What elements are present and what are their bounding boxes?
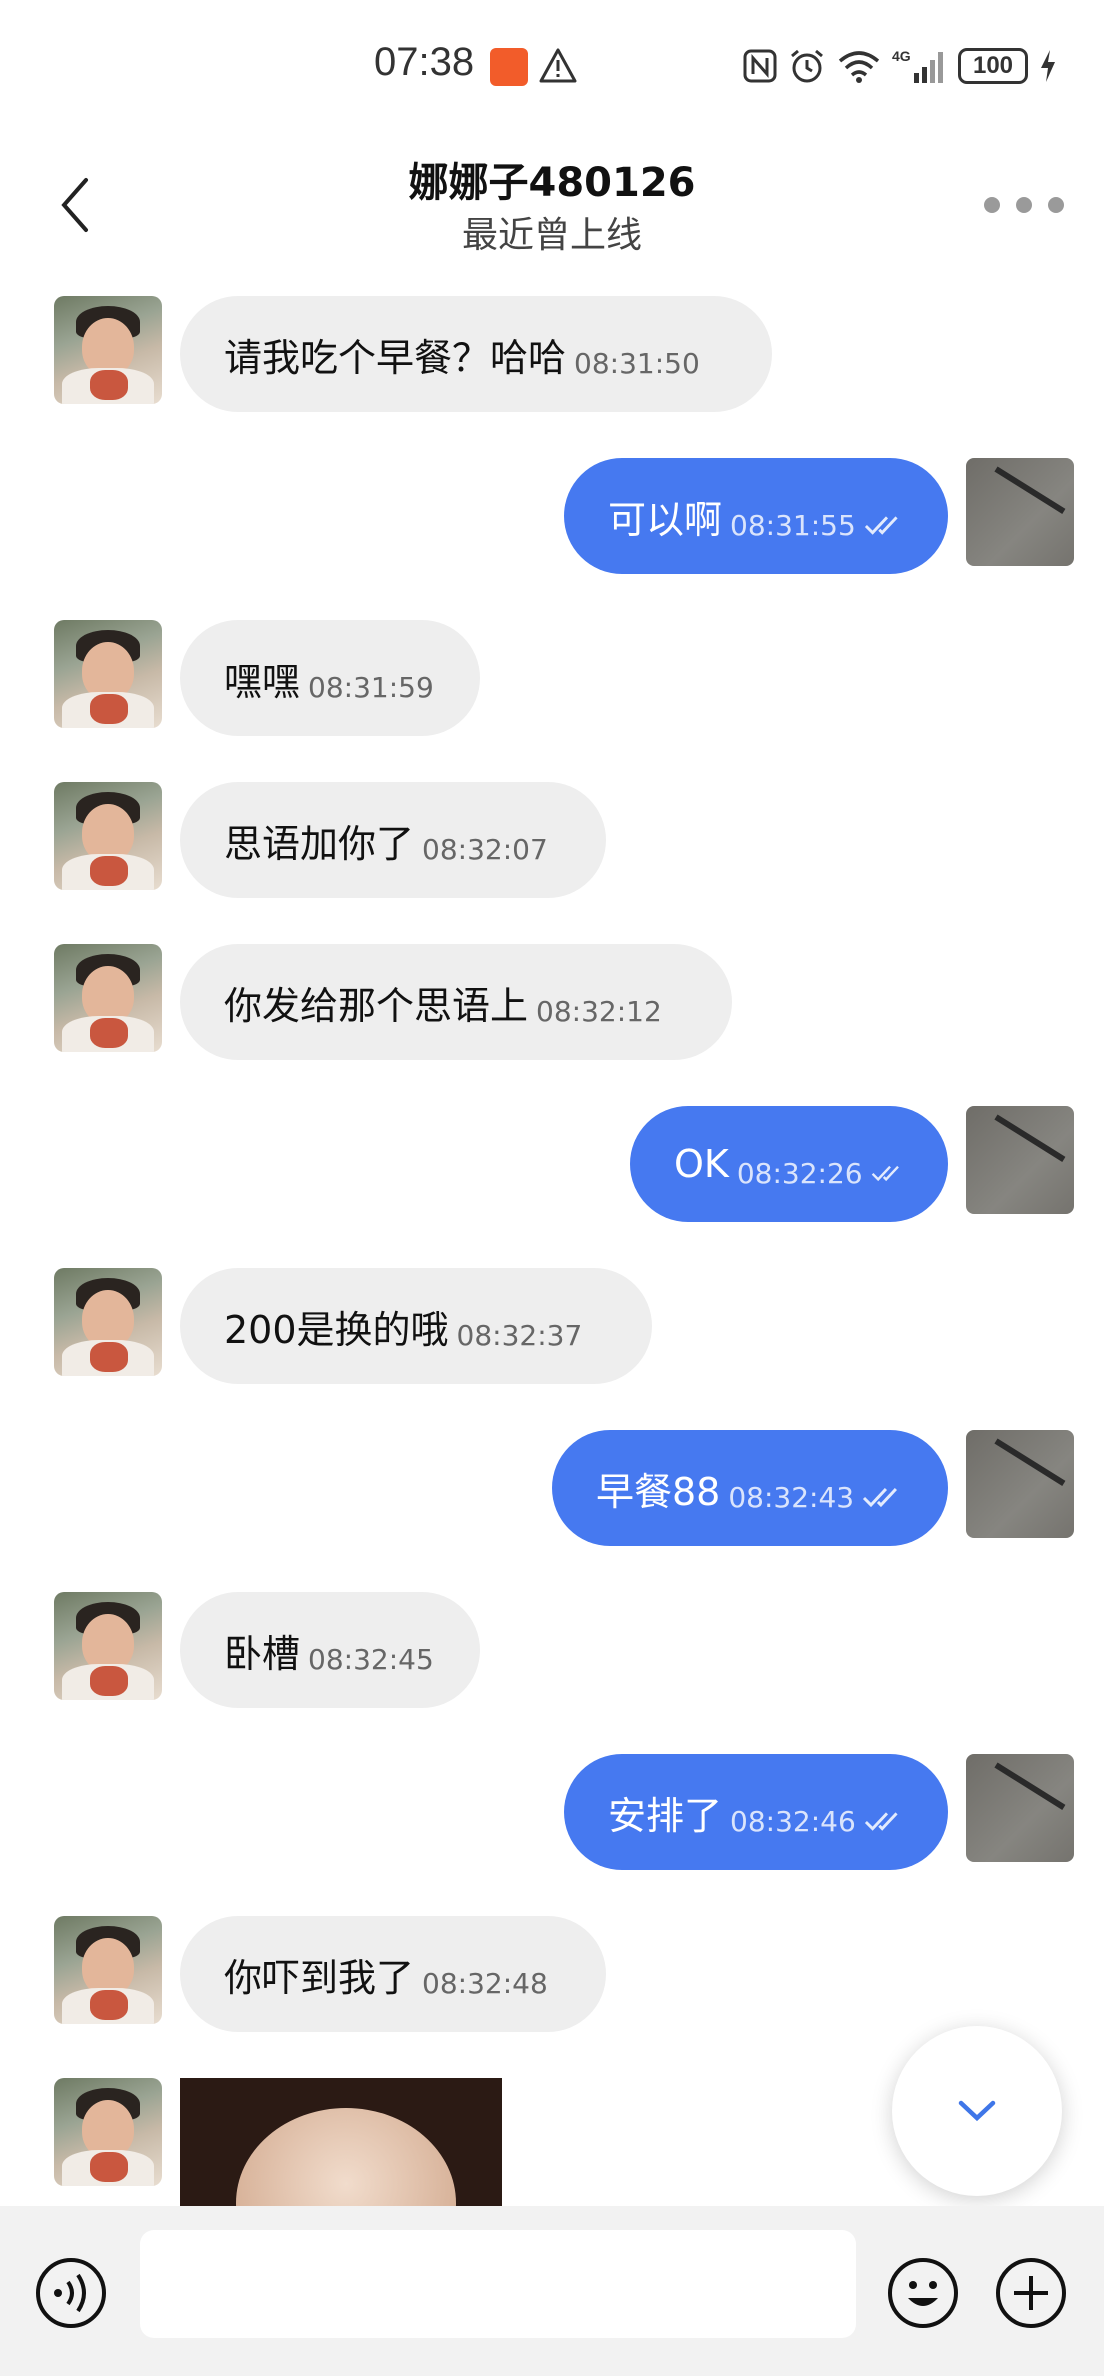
charging-icon: [1041, 50, 1055, 82]
my-avatar[interactable]: [966, 1754, 1074, 1862]
contact-avatar[interactable]: [54, 1592, 162, 1700]
message-time: 08:32:07: [422, 832, 548, 866]
message-time: 08:32:12: [536, 994, 662, 1028]
message-time: 08:32:46: [730, 1804, 856, 1838]
message-list[interactable]: 请我吃个早餐？哈哈 08:31:50 可以啊 08:31:55 嘿嘿 08:31…: [0, 270, 1104, 2206]
status-bar: 07:38 4G 100: [0, 0, 1104, 130]
dot: [1048, 197, 1064, 213]
message-bubble[interactable]: 请我吃个早餐？哈哈 08:31:50: [180, 296, 772, 412]
my-avatar[interactable]: [966, 1106, 1074, 1214]
message-time: 08:32:26: [736, 1156, 863, 1190]
emoji-icon[interactable]: [886, 2256, 960, 2330]
message-outgoing: OK 08:32:26: [0, 1106, 1104, 1224]
message-time: 08:31:50: [574, 346, 700, 380]
message-text: OK: [674, 1142, 729, 1186]
message-incoming: 嘿嘿 08:31:59: [0, 620, 1104, 738]
message-incoming: 思语加你了 08:32:07: [0, 782, 1104, 900]
app-notification-icon: [490, 48, 528, 86]
message-input[interactable]: [140, 2230, 856, 2338]
message-text: 卧槽: [224, 1631, 301, 1676]
message-incoming: 你吓到我了 08:32:48: [0, 1916, 1104, 2034]
message-bubble[interactable]: OK 08:32:26: [630, 1106, 948, 1222]
cellular-signal-icon: 4G: [892, 48, 943, 83]
message-time: 08:32:37: [456, 1318, 583, 1352]
svg-text:4G: 4G: [892, 48, 911, 64]
composer-bar: [0, 2206, 1104, 2376]
message-text: 你发给那个思语上: [224, 983, 529, 1028]
message-bubble[interactable]: 嘿嘿 08:31:59: [180, 620, 480, 736]
message-time: 08:32:45: [308, 1642, 434, 1676]
scroll-to-bottom-button[interactable]: [892, 2026, 1062, 2196]
message-time: 08:31:55: [730, 508, 856, 542]
message-bubble[interactable]: 可以啊 08:31:55: [564, 458, 948, 574]
message-bubble[interactable]: 卧槽 08:32:45: [180, 1592, 480, 1708]
message-time: 08:31:59: [308, 670, 434, 704]
contact-avatar[interactable]: [54, 2078, 162, 2186]
message-outgoing: 安排了 08:32:46: [0, 1754, 1104, 1872]
message-text: 早餐88: [596, 1469, 721, 1514]
message-incoming: 你发给那个思语上 08:32:12: [0, 944, 1104, 1062]
nfc-icon: [743, 49, 777, 83]
contact-avatar[interactable]: [54, 944, 162, 1052]
contact-name[interactable]: 娜娜子480126: [0, 150, 1104, 208]
status-time: 07:38: [374, 40, 475, 84]
message-bubble[interactable]: 200是换的哦 08:32:37: [180, 1268, 652, 1384]
wifi-icon: [838, 51, 880, 83]
message-time: 08:32:43: [728, 1480, 855, 1514]
contact-avatar[interactable]: [54, 1268, 162, 1376]
message-bubble[interactable]: 安排了 08:32:46: [564, 1754, 948, 1870]
my-avatar[interactable]: [966, 1430, 1074, 1538]
image-message[interactable]: [180, 2078, 502, 2206]
read-ticks-icon: [864, 1812, 898, 1831]
message-incoming: 请我吃个早餐？哈哈 08:31:50: [0, 270, 1104, 412]
message-outgoing: 可以啊 08:31:55: [0, 458, 1104, 576]
message-outgoing: 早餐88 08:32:43: [0, 1430, 1104, 1548]
chat-header: 娜娜子480126 最近曾上线: [0, 140, 1104, 270]
dot: [984, 197, 1000, 213]
message-text: 安排了: [608, 1793, 723, 1838]
message-text: 200是换的哦: [224, 1307, 449, 1352]
read-ticks-icon: [864, 516, 898, 535]
more-options-icon[interactable]: [984, 190, 1064, 220]
status-icons: 4G 100: [742, 44, 1058, 88]
message-text: 嘿嘿: [224, 659, 301, 704]
read-ticks-icon: [871, 1165, 899, 1182]
voice-icon[interactable]: [34, 2256, 108, 2330]
message-bubble[interactable]: 思语加你了 08:32:07: [180, 782, 606, 898]
message-text: 请我吃个早餐？哈哈: [224, 335, 567, 380]
message-incoming: 200是换的哦 08:32:37: [0, 1268, 1104, 1386]
contact-avatar[interactable]: [54, 1916, 162, 2024]
message-bubble[interactable]: 早餐88 08:32:43: [552, 1430, 948, 1546]
battery-indicator: 100: [958, 48, 1028, 84]
contact-avatar[interactable]: [54, 296, 162, 404]
message-bubble[interactable]: 你吓到我了 08:32:48: [180, 1916, 606, 2032]
message-time: 08:32:48: [422, 1966, 548, 2000]
message-bubble[interactable]: 你发给那个思语上 08:32:12: [180, 944, 732, 1060]
message-text: 可以啊: [608, 497, 723, 542]
warning-icon: [539, 48, 577, 83]
chevron-down-icon: [958, 2100, 996, 2122]
dot: [1016, 197, 1032, 213]
contact-avatar[interactable]: [54, 620, 162, 728]
read-ticks-icon: [863, 1488, 898, 1508]
message-incoming: 卧槽 08:32:45: [0, 1592, 1104, 1710]
my-avatar[interactable]: [966, 458, 1074, 566]
plus-icon[interactable]: [994, 2256, 1068, 2330]
alarm-icon: [791, 49, 823, 83]
message-text: 你吓到我了: [224, 1955, 415, 2000]
contact-status: 最近曾上线: [461, 215, 642, 256]
message-text: 思语加你了: [224, 821, 415, 866]
contact-avatar[interactable]: [54, 782, 162, 890]
